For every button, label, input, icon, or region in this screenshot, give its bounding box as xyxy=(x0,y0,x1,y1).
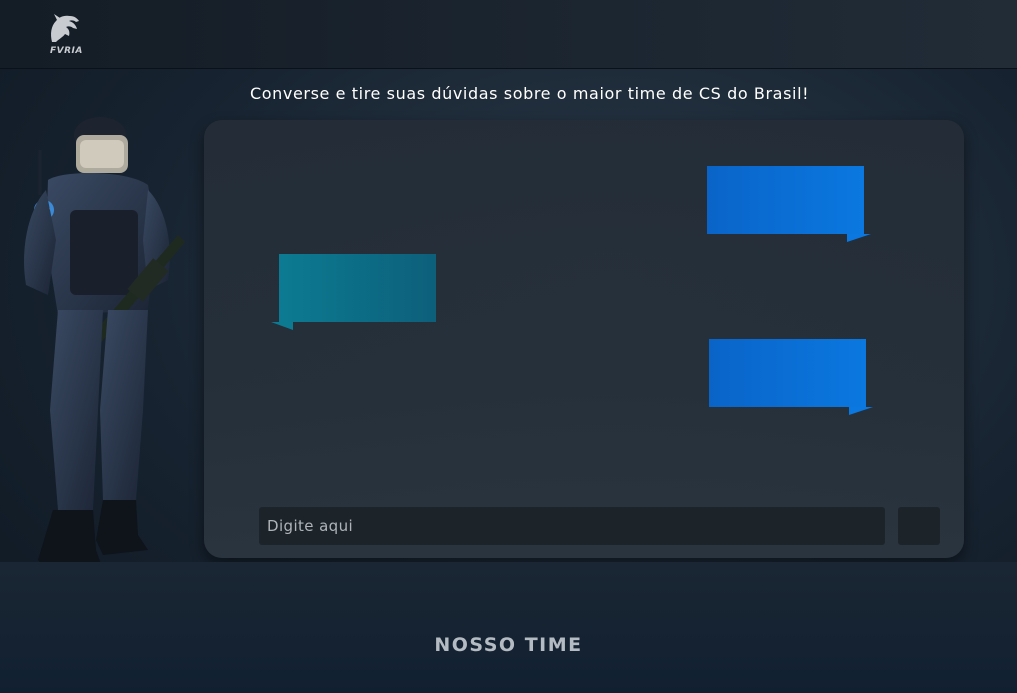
send-button[interactable] xyxy=(898,507,940,545)
brand-logo[interactable]: FVRIA xyxy=(44,12,84,60)
team-section-title: NOSSO TIME xyxy=(434,634,583,656)
brand-logo-text: FVRIA xyxy=(50,46,83,56)
top-navbar: FVRIA xyxy=(0,0,1017,69)
chat-message-input[interactable] xyxy=(259,507,885,545)
chat-bubble-body xyxy=(709,339,866,407)
chat-bubble-tail xyxy=(271,322,293,330)
soldier-character-illustration xyxy=(24,117,185,575)
page-headline: Converse e tire suas dúvidas sobre o mai… xyxy=(250,84,810,103)
chat-bubble-body xyxy=(707,166,864,234)
footer-section xyxy=(0,562,1017,693)
chat-bubble-body xyxy=(279,254,436,322)
panther-logo-icon xyxy=(51,14,79,42)
chat-bubble-tail xyxy=(849,407,873,415)
chat-bubble-tail xyxy=(847,234,871,242)
